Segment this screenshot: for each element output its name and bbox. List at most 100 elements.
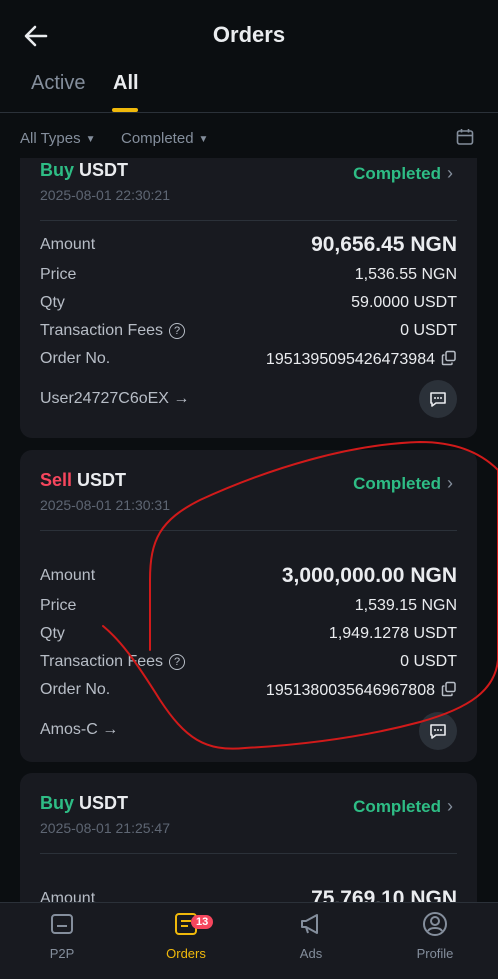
counterparty-name: User24727C6oEX	[40, 390, 169, 407]
help-icon[interactable]: ?	[169, 654, 186, 670]
bottom-nav: P2P 13 Orders Ads Profile	[0, 902, 498, 979]
amount-value: 75,769.10 NGN	[311, 887, 457, 902]
amount-row: Amount 90,656.45 NGN	[40, 233, 457, 258]
order-no-label: Order No.	[40, 681, 111, 698]
caret-down-icon: ▼	[85, 134, 96, 145]
amount-label: Amount	[40, 890, 96, 902]
active-tab-indicator	[112, 108, 138, 112]
tab-all[interactable]: All	[113, 72, 139, 95]
order-no-label: Order No.	[40, 350, 111, 367]
qty-label: Qty	[40, 294, 65, 311]
divider	[40, 853, 457, 854]
order-status[interactable]: Completed ›	[353, 163, 453, 184]
order-time: 2025-08-01 21:30:31	[40, 497, 170, 513]
calendar-icon[interactable]	[456, 128, 474, 146]
amount-value: 3,000,000.00 NGN	[281, 564, 457, 587]
order-status[interactable]: Completed ›	[353, 473, 453, 494]
order-side: Sell USDT	[40, 470, 126, 491]
nav-label: Profile	[416, 946, 454, 961]
profile-icon	[423, 912, 447, 936]
fees-label: Transaction Fees?	[40, 653, 186, 671]
arrow-right-icon: →	[102, 721, 119, 738]
order-status[interactable]: Completed ›	[353, 796, 453, 817]
order-side: Buy USDT	[40, 793, 128, 814]
help-icon[interactable]: ?	[169, 323, 186, 339]
counterparty-name: Amos-C	[40, 721, 98, 738]
amount-row: Amount 3,000,000.00 NGN	[40, 564, 457, 589]
price-row: Price 1,536.55 NGN	[40, 266, 457, 288]
qty-row: Qty 59.0000 USDT	[40, 294, 457, 316]
tab-active[interactable]: Active	[31, 72, 85, 95]
status-text: Completed	[353, 797, 441, 816]
orders-badge: 13	[191, 915, 214, 929]
price-value: 1,539.15 NGN	[354, 597, 457, 614]
price-row: Price 1,539.15 NGN	[40, 597, 457, 619]
nav-profile[interactable]: Profile	[390, 911, 480, 961]
chevron-right-icon: ›	[447, 473, 453, 493]
side-label: Buy	[40, 160, 75, 180]
order-no-value: 1951395095426473984	[266, 350, 457, 369]
type-filter-label: All Types	[20, 130, 81, 147]
chevron-right-icon: ›	[447, 163, 453, 183]
nav-label: Orders	[166, 946, 206, 961]
megaphone-icon	[301, 914, 318, 934]
fees-value: 0 USDT	[400, 653, 457, 670]
copy-icon[interactable]	[441, 350, 457, 366]
chat-button[interactable]	[419, 380, 457, 418]
fees-label: Transaction Fees?	[40, 322, 186, 340]
status-filter-label: Completed	[121, 130, 194, 147]
amount-label: Amount	[40, 236, 96, 253]
order-no-text: 1951380035646967808	[265, 682, 435, 699]
order-list: Buy USDT 2025-08-01 22:30:21 Completed › …	[0, 158, 498, 902]
chat-button[interactable]	[419, 712, 457, 750]
nav-label: P2P	[49, 946, 75, 961]
status-filter[interactable]: Completed ▼	[121, 130, 208, 147]
chat-icon	[430, 392, 446, 407]
qty-value: 59.0000 USDT	[351, 294, 457, 311]
asset-label: USDT	[77, 470, 127, 490]
price-value: 1,536.55 NGN	[354, 266, 457, 283]
fees-label-text: Transaction Fees	[40, 322, 164, 339]
amount-label: Amount	[40, 567, 96, 584]
qty-value: 1,949.1278 USDT	[328, 625, 457, 642]
nav-ads[interactable]: Ads	[266, 911, 356, 961]
copy-icon[interactable]	[441, 681, 457, 697]
type-filter[interactable]: All Types ▼	[20, 130, 96, 147]
order-no-row: Order No. 1951395095426473984	[40, 350, 457, 372]
divider	[40, 530, 457, 531]
order-no-row: Order No. 1951380035646967808	[40, 681, 457, 703]
status-text: Completed	[353, 474, 441, 493]
order-card[interactable]: Buy USDT 2025-08-01 22:30:21 Completed › …	[20, 158, 477, 438]
fees-row: Transaction Fees? 0 USDT	[40, 653, 457, 675]
arrow-right-icon: →	[173, 390, 190, 407]
order-no-text: 1951395095426473984	[265, 351, 435, 368]
page-title: Orders	[212, 22, 286, 47]
caret-down-icon: ▼	[198, 134, 209, 145]
amount-value: 90,656.45 NGN	[311, 233, 457, 256]
amount-row: Amount 75,769.10 NGN	[40, 887, 457, 902]
counterparty-link[interactable]: Amos-C →	[40, 721, 118, 739]
asset-label: USDT	[79, 793, 129, 813]
fees-value: 0 USDT	[400, 322, 457, 339]
price-label: Price	[40, 266, 77, 283]
chevron-right-icon: ›	[447, 796, 453, 816]
status-text: Completed	[353, 164, 441, 183]
counterparty-link[interactable]: User24727C6oEX →	[40, 390, 189, 408]
order-card[interactable]: Buy USDT 2025-08-01 21:25:47 Completed › …	[20, 773, 477, 902]
asset-label: USDT	[79, 160, 129, 180]
filter-bar: All Types ▼ Completed ▼	[0, 118, 498, 158]
order-no-value: 1951380035646967808	[266, 681, 457, 700]
side-label: Sell	[40, 470, 73, 490]
divider	[40, 220, 457, 221]
qty-label: Qty	[40, 625, 65, 642]
order-time: 2025-08-01 21:25:47	[40, 820, 170, 836]
order-side: Buy USDT	[40, 160, 128, 181]
fees-row: Transaction Fees? 0 USDT	[40, 322, 457, 344]
nav-p2p[interactable]: P2P	[17, 911, 107, 961]
nav-orders[interactable]: 13 Orders	[141, 911, 231, 961]
header: Orders	[0, 0, 498, 70]
fees-label-text: Transaction Fees	[40, 653, 164, 670]
order-card[interactable]: Sell USDT 2025-08-01 21:30:31 Completed ›…	[20, 450, 477, 762]
nav-label: Ads	[299, 946, 323, 961]
price-label: Price	[40, 597, 77, 614]
